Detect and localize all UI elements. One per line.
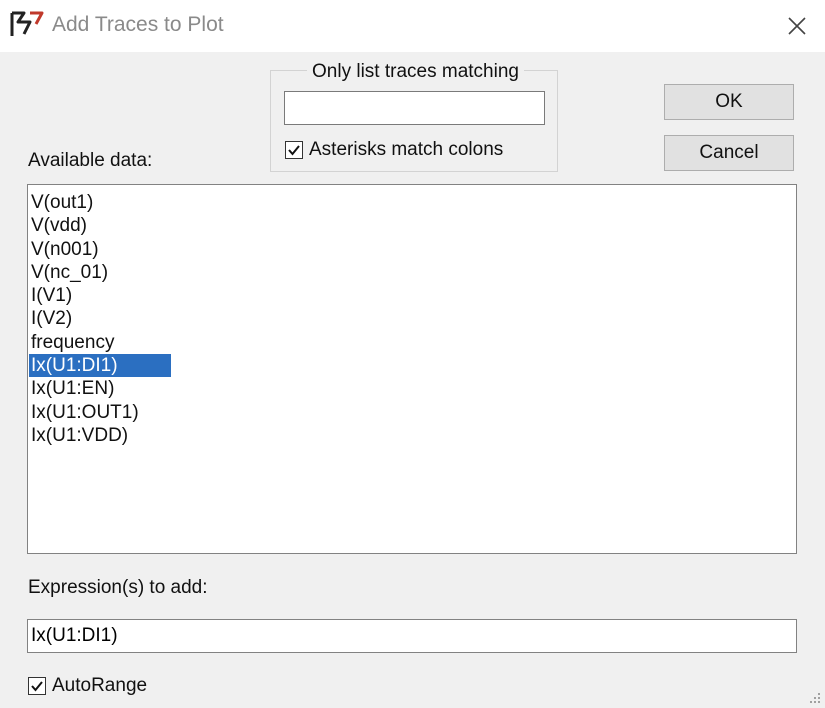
trace-list-item[interactable]: frequency <box>29 331 171 354</box>
window-title: Add Traces to Plot <box>52 13 224 36</box>
expression-label: Expression(s) to add: <box>28 577 208 598</box>
trace-filter-label: Only list traces matching <box>307 61 524 83</box>
asterisks-label: Asterisks match colons <box>309 139 504 160</box>
trace-list-item[interactable]: Ix(U1:EN) <box>29 377 171 400</box>
trace-filter-input[interactable] <box>284 91 545 125</box>
trace-list-item[interactable]: V(vdd) <box>29 214 171 237</box>
trace-list-item[interactable]: I(V2) <box>29 307 171 330</box>
trace-list-item[interactable]: Ix(U1:VDD) <box>29 424 171 447</box>
title-bar: Add Traces to Plot <box>0 0 825 52</box>
trace-list-item[interactable]: V(out1) <box>29 191 171 214</box>
ok-button[interactable]: OK <box>664 84 794 120</box>
trace-list-item[interactable]: I(V1) <box>29 284 171 307</box>
cancel-button[interactable]: Cancel <box>664 135 794 171</box>
autorange-label: AutoRange <box>52 675 148 696</box>
checkmark-icon <box>31 681 43 692</box>
expression-input[interactable] <box>27 619 797 653</box>
close-icon <box>788 17 806 35</box>
trace-list-item[interactable]: V(nc_01) <box>29 261 171 284</box>
available-data-list[interactable]: V(out1) V(vdd) V(n001) V(nc_01) I(V1) I(V2) fr… <box>27 184 797 554</box>
asterisks-option[interactable]: Asterisks match colons <box>285 139 503 161</box>
trace-filter-group: Only list traces matching Asterisks matc… <box>270 61 558 172</box>
trace-list-item[interactable]: V(n001) <box>29 238 171 261</box>
available-data-label: Available data: <box>28 150 153 171</box>
trace-list-item[interactable]: Ix(U1:OUT1) <box>29 401 179 424</box>
autorange-checkbox[interactable] <box>28 677 46 695</box>
autorange-option[interactable]: AutoRange <box>28 675 147 697</box>
close-button[interactable] <box>769 0 825 52</box>
checkmark-icon <box>288 145 300 156</box>
trace-list-item[interactable]: Ix(U1:DI1) <box>29 354 171 378</box>
resize-grip-icon[interactable] <box>807 690 821 704</box>
asterisks-checkbox[interactable] <box>285 141 303 159</box>
ltspice-app-icon <box>10 11 44 36</box>
